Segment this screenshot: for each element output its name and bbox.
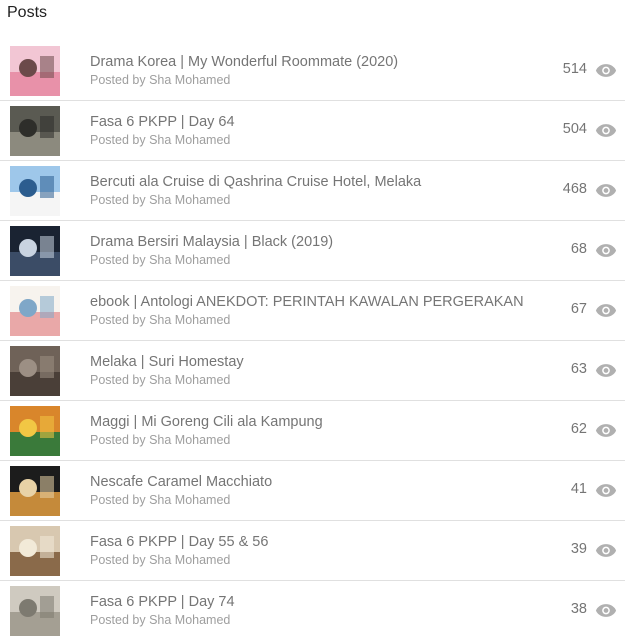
view-count: 63 [570, 361, 587, 377]
eye-icon [595, 364, 617, 377]
eye-icon [595, 484, 617, 497]
post-title-link[interactable]: Melaka | Suri Homestay [90, 353, 550, 371]
view-count: 67 [570, 301, 587, 317]
eye-icon [595, 544, 617, 557]
post-title-link[interactable]: Drama Bersiri Malaysia | Black (2019) [90, 233, 550, 251]
view-count: 514 [562, 61, 587, 77]
post-thumbnail[interactable] [10, 166, 60, 216]
post-author: Posted by Sha Mohamed [90, 373, 231, 387]
post-row[interactable]: Nescafe Caramel Macchiato Posted by Sha … [0, 460, 625, 520]
post-row[interactable]: ebook | Antologi ANEKDOT: PERINTAH KAWAL… [0, 280, 625, 340]
view-count: 62 [570, 421, 587, 437]
eye-icon [595, 244, 617, 257]
view-count: 38 [570, 601, 587, 617]
popular-posts-list: Drama Korea | My Wonderful Roommate (202… [0, 41, 625, 640]
post-title-link[interactable]: ebook | Antologi ANEKDOT: PERINTAH KAWAL… [90, 293, 550, 311]
post-title-link[interactable]: Fasa 6 PKPP | Day 64 [90, 113, 550, 131]
post-author: Posted by Sha Mohamed [90, 553, 231, 567]
post-author: Posted by Sha Mohamed [90, 253, 231, 267]
post-author: Posted by Sha Mohamed [90, 133, 231, 147]
post-thumbnail[interactable] [10, 46, 60, 96]
post-thumbnail[interactable] [10, 106, 60, 156]
view-count: 504 [562, 121, 587, 137]
view-count: 468 [562, 181, 587, 197]
eye-icon [595, 604, 617, 617]
post-row[interactable]: Maggi | Mi Goreng Cili ala Kampung Poste… [0, 400, 625, 460]
eye-icon [595, 64, 617, 77]
post-thumbnail[interactable] [10, 526, 60, 576]
eye-icon [595, 184, 617, 197]
post-author: Posted by Sha Mohamed [90, 193, 231, 207]
post-thumbnail[interactable] [10, 466, 60, 516]
post-row[interactable]: Melaka | Suri Homestay Posted by Sha Moh… [0, 340, 625, 400]
post-row[interactable]: Drama Bersiri Malaysia | Black (2019) Po… [0, 220, 625, 280]
post-title-link[interactable]: Drama Korea | My Wonderful Roommate (202… [90, 53, 550, 71]
post-thumbnail[interactable] [10, 586, 60, 636]
eye-icon [595, 424, 617, 437]
post-thumbnail[interactable] [10, 226, 60, 276]
view-count: 41 [570, 481, 587, 497]
post-title-link[interactable]: Bercuti ala Cruise di Qashrina Cruise Ho… [90, 173, 550, 191]
post-thumbnail[interactable] [10, 286, 60, 336]
post-author: Posted by Sha Mohamed [90, 613, 231, 627]
post-title-link[interactable]: Maggi | Mi Goreng Cili ala Kampung [90, 413, 550, 431]
post-thumbnail[interactable] [10, 346, 60, 396]
eye-icon [595, 124, 617, 137]
view-count: 39 [570, 541, 587, 557]
post-author: Posted by Sha Mohamed [90, 313, 231, 327]
eye-icon [595, 304, 617, 317]
post-row[interactable]: Fasa 6 PKPP | Day 74 Posted by Sha Moham… [0, 580, 625, 640]
post-thumbnail[interactable] [10, 406, 60, 456]
post-row[interactable]: Drama Korea | My Wonderful Roommate (202… [0, 41, 625, 100]
post-title-link[interactable]: Fasa 6 PKPP | Day 74 [90, 593, 550, 611]
post-title-link[interactable]: Nescafe Caramel Macchiato [90, 473, 550, 491]
post-author: Posted by Sha Mohamed [90, 433, 231, 447]
page-title: Posts [7, 4, 48, 21]
view-count: 68 [570, 241, 587, 257]
post-row[interactable]: Bercuti ala Cruise di Qashrina Cruise Ho… [0, 160, 625, 220]
post-author: Posted by Sha Mohamed [90, 493, 231, 507]
post-row[interactable]: Fasa 6 PKPP | Day 55 & 56 Posted by Sha … [0, 520, 625, 580]
post-title-link[interactable]: Fasa 6 PKPP | Day 55 & 56 [90, 533, 550, 551]
post-row[interactable]: Fasa 6 PKPP | Day 64 Posted by Sha Moham… [0, 100, 625, 160]
post-author: Posted by Sha Mohamed [90, 73, 231, 87]
